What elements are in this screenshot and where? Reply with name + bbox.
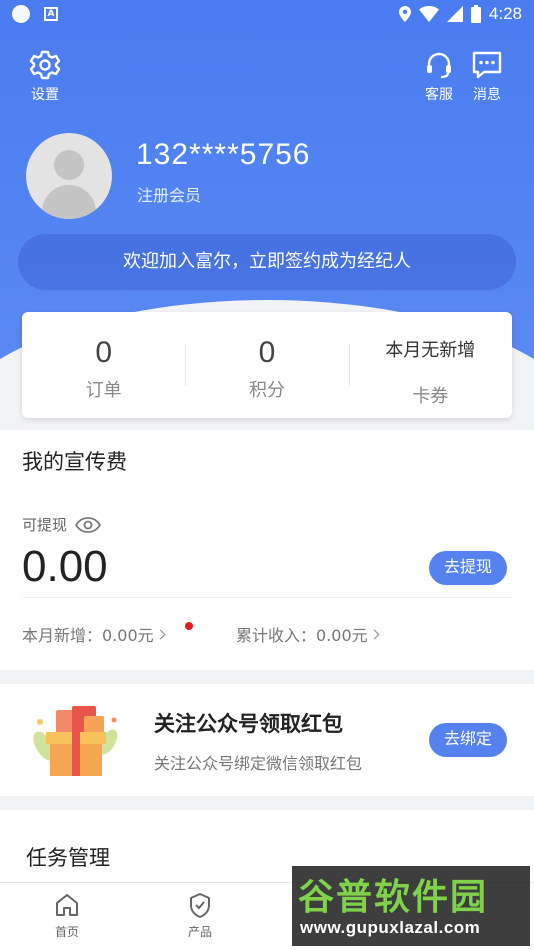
points-count: 0 [258,336,276,369]
month-new-link[interactable]: 本月新增：0.00元 [22,622,166,646]
watermark-title: 谷普软件园 [298,877,489,918]
coupons-status: 本月无新增 [385,340,476,361]
settings-button[interactable]: 设置 [20,50,70,104]
avatar[interactable] [26,133,112,219]
home-icon [56,894,78,916]
stat-orders[interactable]: 0 订单 [22,312,185,418]
month-new-text: 本月新增：0.00元 [22,626,154,645]
avatar-body-shape [42,185,96,219]
promo-fee-title: 我的宣传费 [22,450,127,474]
fee-divider [22,597,512,598]
gear-icon [29,50,61,80]
sign-agent-banner[interactable]: 欢迎加入富尔，立即签约成为经纪人 [18,234,516,290]
wifi-icon [418,6,439,22]
eye-icon[interactable] [75,516,102,533]
withdrawable-row: 可提现 [22,514,102,535]
total-income-link[interactable]: 累计收入：0.00元 [236,622,380,646]
withdrawable-amount: 0.00 [22,542,108,591]
coupons-label: 卡券 [412,386,449,407]
follow-title: 关注公众号领取红包 [154,712,343,736]
points-label: 积分 [248,380,285,401]
nav-products-label: 产品 [187,925,212,939]
stats-card: 0 订单 0 积分 本月无新增 卡券 [22,312,512,418]
withdrawable-label: 可提现 [22,516,68,534]
member-status: 注册会员 [137,186,202,205]
site-watermark: 谷普软件园 www.gupuxlazal.com [292,866,530,946]
task-management-title: 任务管理 [26,846,110,870]
promo-fee-section: 我的宣传费 可提现 0.00 去提现 本月新增：0.00元 累计收入：0.00元 [0,430,534,670]
service-label: 客服 [425,87,453,103]
user-phone: 132****5756 [136,138,311,171]
nav-home-label: 首页 [54,925,79,939]
nav-home[interactable]: 首页 [37,891,97,940]
follow-promo-card[interactable]: 关注公众号领取红包 关注公众号绑定微信领取红包 去绑定 [0,684,534,796]
shield-check-icon [190,893,210,918]
settings-label: 设置 [31,87,59,103]
message-icon [472,51,502,79]
location-icon [398,6,411,22]
orders-label: 订单 [85,380,122,401]
app-notification-icon [12,5,30,23]
avatar-head-shape [54,150,84,180]
status-bar: A 4:28 [0,0,534,28]
total-income-text: 累计收入：0.00元 [236,626,368,645]
stat-coupons[interactable]: 本月无新增 卡券 [348,312,512,418]
new-indicator-dot [185,622,193,630]
gift-box-icon [33,706,118,776]
messages-button[interactable]: 消息 [462,50,512,104]
nav-products[interactable]: 产品 [170,891,230,940]
bind-button[interactable]: 去绑定 [429,723,508,757]
orders-count: 0 [95,336,112,369]
stat-points[interactable]: 0 积分 [185,312,348,418]
chevron-right-icon [155,629,166,639]
customer-service-button[interactable]: 客服 [414,50,464,104]
clock: 4:28 [488,4,522,23]
profile-header: A 4:28 设置 客服 消息 132****5756 注册会员 欢迎加入富尔，… [0,0,534,360]
headset-icon [427,52,451,79]
a-notification-icon: A [44,7,58,21]
follow-description: 关注公众号绑定微信领取红包 [154,754,363,773]
messages-label: 消息 [473,87,501,103]
chevron-right-icon [369,629,380,639]
watermark-url: www.gupuxlazal.com [300,918,481,937]
signal-icon [446,6,463,22]
withdraw-button[interactable]: 去提现 [429,551,508,585]
battery-icon [470,5,481,23]
